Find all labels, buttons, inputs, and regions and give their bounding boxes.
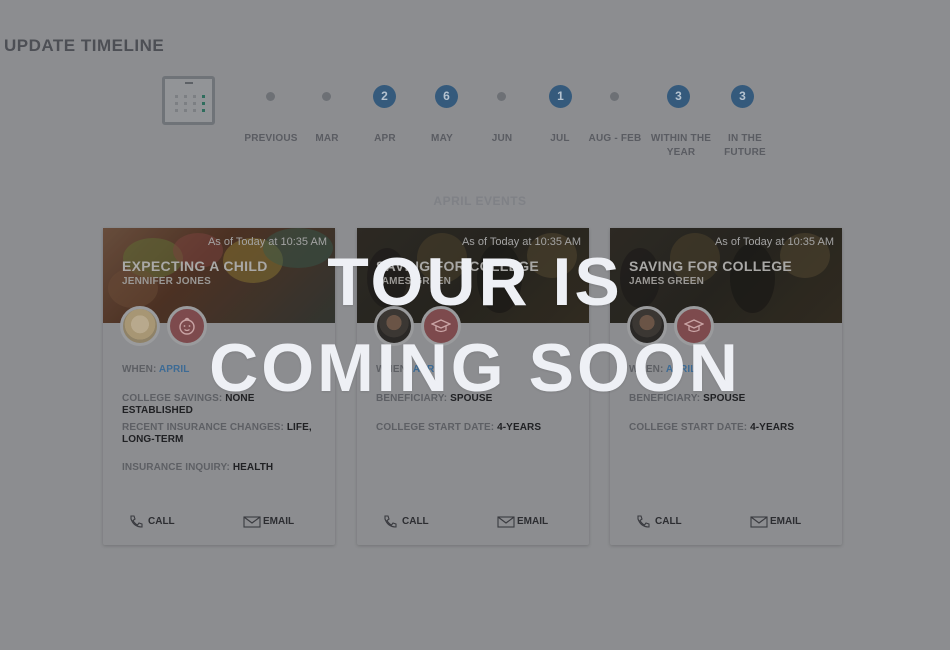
overlay-line-2: COMING SOON [209, 330, 741, 406]
page: UPDATE TIMELINE 2 6 1 3 3 PREVIOUS MAR A… [0, 0, 950, 650]
overlay-line-1: TOUR IS [327, 244, 623, 320]
coming-soon-overlay: TOUR IS COMING SOON [0, 0, 950, 650]
